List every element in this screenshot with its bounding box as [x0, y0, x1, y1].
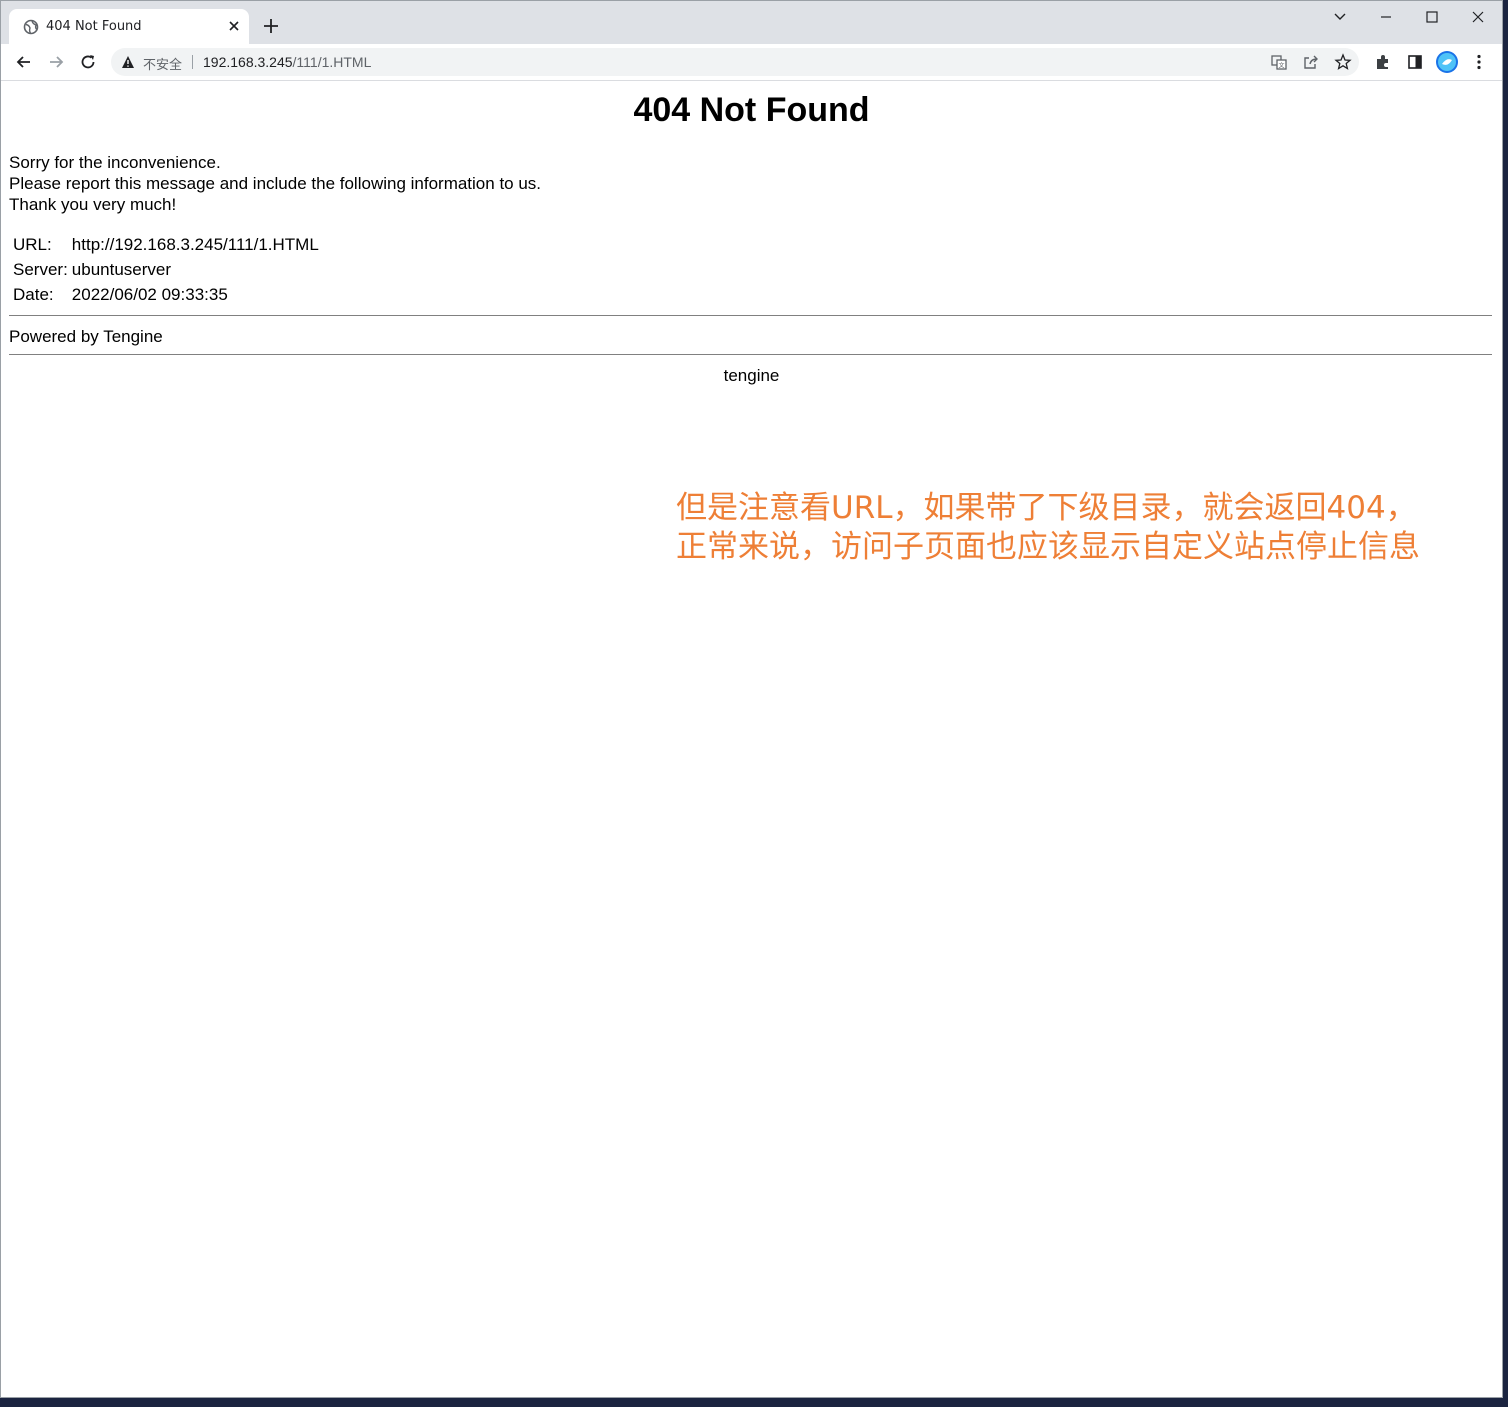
tab-strip: 404 Not Found — [1, 1, 1502, 44]
powered-by: Powered by Tengine — [9, 327, 163, 346]
page-title: 404 Not Found — [633, 91, 870, 129]
tab-title: 404 Not Found — [46, 19, 142, 34]
svg-text:文: 文 — [1278, 62, 1284, 70]
server-footer: tengine — [723, 366, 780, 385]
new-tab-plus-icon[interactable] — [261, 16, 281, 36]
globe-icon — [23, 19, 39, 35]
info-label: Server: — [13, 259, 68, 279]
warning-triangle-icon[interactable] — [121, 55, 135, 69]
info-row-url: URL: http://192.168.3.245/111/1.HTML — [12, 232, 322, 257]
page-content: 404 Not Found Sorry for the inconvenienc… — [1, 81, 1502, 1397]
info-label: Date: — [13, 284, 54, 304]
info-row-date: Date: 2022/06/02 09:33:35 — [12, 282, 322, 307]
browser-toolbar: 不安全 192.168.3.245/111/1.HTML 文 — [1, 44, 1502, 81]
omnibox-separator — [192, 55, 193, 69]
browser-window: 404 Not Found 不安全 192.168.3.245/111/1.HT… — [0, 0, 1503, 1398]
info-value: http://192.168.3.245/111/1.HTML — [71, 234, 319, 254]
tab-close-icon[interactable] — [226, 18, 242, 34]
url-text[interactable]: 192.168.3.245/111/1.HTML — [203, 54, 371, 70]
url-path: /111/1.HTML — [292, 54, 372, 70]
close-icon[interactable] — [1468, 7, 1488, 27]
kebab-menu-icon[interactable] — [1469, 52, 1489, 72]
error-info-table: URL: http://192.168.3.245/111/1.HTML Ser… — [12, 232, 322, 307]
info-value: 2022/06/02 09:33:35 — [71, 284, 228, 304]
message-line: Thank you very much! — [9, 195, 177, 214]
info-value: ubuntuserver — [71, 259, 172, 279]
minimize-icon[interactable] — [1376, 7, 1396, 27]
profile-avatar-icon[interactable] — [1436, 51, 1458, 73]
message-line: Please report this message and include t… — [9, 174, 542, 193]
divider — [9, 315, 1492, 316]
annotation-line: 但是注意看URL，如果带了下级目录，就会返回404， — [676, 490, 1417, 526]
annotation-note: 但是注意看URL，如果带了下级目录，就会返回404， 正常来说，访问子页面也应该… — [676, 489, 1420, 567]
annotation-line: 正常来说，访问子页面也应该显示自定义站点停止信息 — [676, 529, 1420, 565]
url-host: 192.168.3.245 — [203, 54, 293, 70]
puzzle-icon[interactable] — [1373, 52, 1393, 72]
arrow-right-icon[interactable] — [46, 52, 66, 72]
chevron-down-icon[interactable] — [1330, 7, 1350, 27]
tab-404-not-found[interactable]: 404 Not Found — [9, 9, 249, 44]
star-icon[interactable] — [1334, 53, 1352, 71]
error-message: Sorry for the inconvenience. Please repo… — [9, 152, 541, 215]
arrow-left-icon[interactable] — [14, 52, 34, 72]
maximize-icon[interactable] — [1422, 7, 1442, 27]
security-label[interactable]: 不安全 — [143, 54, 182, 73]
side-panel-icon[interactable] — [1405, 52, 1425, 72]
divider — [9, 354, 1492, 355]
info-label: URL: — [13, 234, 52, 254]
reload-icon[interactable] — [78, 52, 98, 72]
message-line: Sorry for the inconvenience. — [9, 153, 221, 172]
share-icon[interactable] — [1302, 53, 1320, 71]
translate-icon[interactable]: 文 — [1270, 53, 1288, 71]
address-bar[interactable]: 不安全 192.168.3.245/111/1.HTML 文 — [111, 48, 1359, 76]
info-row-server: Server: ubuntuserver — [12, 257, 322, 282]
